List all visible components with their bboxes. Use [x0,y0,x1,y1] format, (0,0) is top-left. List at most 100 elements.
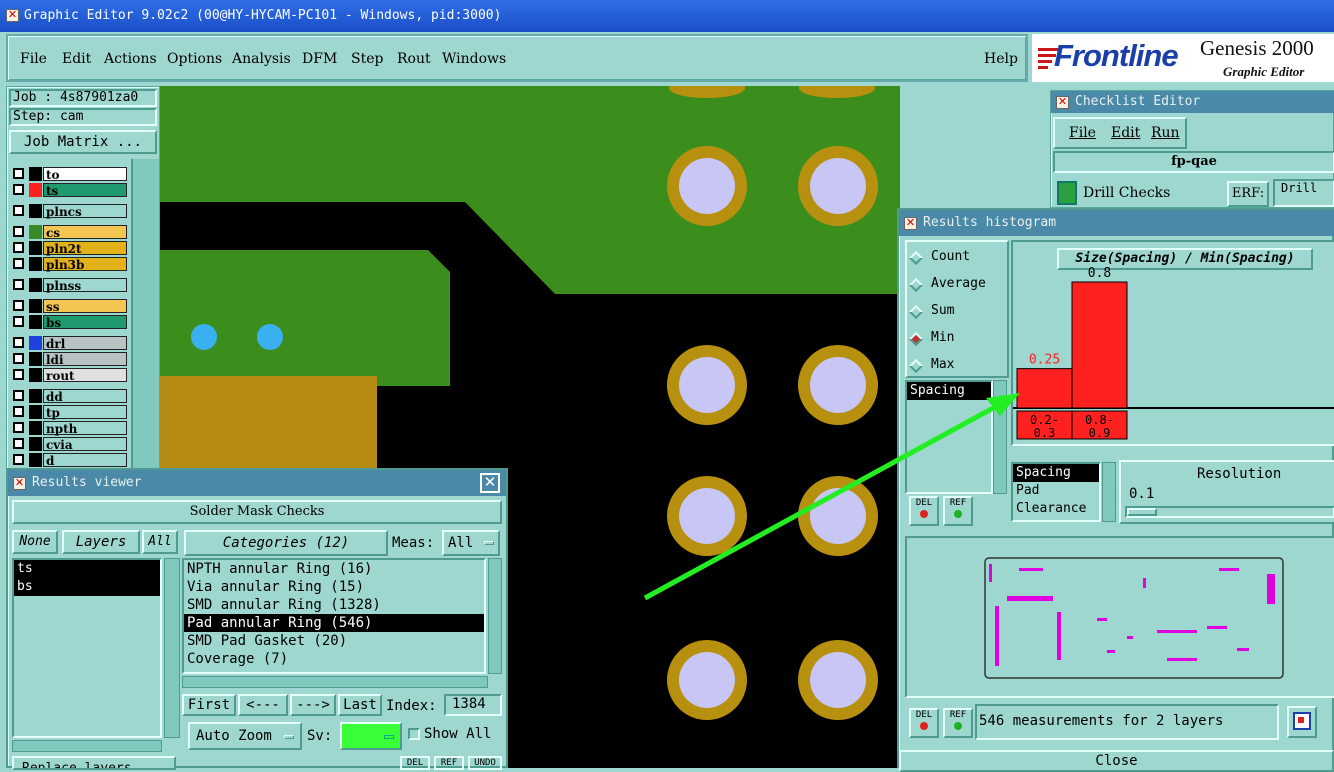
measure-type-item[interactable]: Spacing [1013,464,1099,482]
sv-color-dropdown[interactable] [340,722,402,750]
layer-scrollbar[interactable] [131,159,159,469]
histogram-measure-list[interactable]: Spacing [905,380,993,494]
layer-checkbox[interactable] [13,422,24,433]
histogram-ref-button[interactable]: REF [943,496,973,526]
menu-analysis[interactable]: Analysis [232,51,291,67]
close-button[interactable]: Close [899,750,1334,772]
layer-checkbox[interactable] [13,390,24,401]
checklist-menu-edit[interactable]: Edit [1111,125,1140,141]
mode-radio-min[interactable]: Min [908,329,1019,349]
layer-name[interactable]: pln3b [43,257,127,272]
category-item[interactable]: Pad annular Ring (546) [184,614,484,632]
preview-del-button[interactable]: DEL [909,708,939,738]
layer-name[interactable]: ldi [43,352,127,367]
layer-checkbox[interactable] [13,226,24,237]
menu-edit[interactable]: Edit [62,51,91,67]
menu-actions[interactable]: Actions [104,51,157,67]
show-all-checkbox[interactable] [408,728,420,740]
category-item[interactable]: SMD Pad Gasket (20) [184,632,484,650]
mode-radio-max[interactable]: Max [908,356,1019,376]
window-menu-icon[interactable]: ✕ [6,9,19,22]
layer-name[interactable]: dd [43,389,127,404]
layers-none-button[interactable]: None [12,530,58,554]
mode-radio-average[interactable]: Average [908,275,1019,295]
categories-hscrollbar[interactable] [182,676,488,688]
layer-checkbox[interactable] [13,279,24,290]
auto-zoom-dropdown[interactable]: Auto Zoom [188,722,302,750]
last-button[interactable]: Last [338,694,382,716]
measure-type-item[interactable]: Clearance [1013,500,1099,518]
window-icon[interactable]: ✕ [13,477,26,490]
menu-dfm[interactable]: DFM [302,51,337,67]
next-button[interactable]: ---> [290,694,336,716]
measure-type-list[interactable]: Spacing Pad Clearance [1011,462,1101,522]
layers-all-button[interactable]: All [142,530,178,554]
layer-checkbox[interactable] [13,168,24,179]
layer-checkbox[interactable] [13,300,24,311]
mode-radio-sum[interactable]: Sum [908,302,1019,322]
menu-rout[interactable]: Rout [397,51,431,67]
category-item[interactable]: NPTH annular Ring (16) [184,560,484,578]
layer-name[interactable]: drl [43,336,127,351]
layer-name[interactable]: cs [43,225,127,240]
meas-dropdown[interactable]: All [442,530,500,556]
layer-name[interactable]: npth [43,421,127,436]
layer-list-item[interactable]: ts [14,560,160,578]
categories-list[interactable]: NPTH annular Ring (16) Via annular Ring (… [182,558,486,674]
histogram-del-button[interactable]: DEL [909,496,939,526]
layer-checkbox[interactable] [13,406,24,417]
close-icon[interactable]: ✕ [1056,96,1069,109]
layer-name[interactable]: pln2t [43,241,127,256]
menu-help[interactable]: Help [984,51,1018,67]
layer-name[interactable]: bs [43,315,127,330]
layer-name[interactable]: ts [43,183,127,198]
categories-header[interactable]: Categories (12) [184,530,388,556]
categories-scrollbar[interactable] [488,558,502,674]
slider-handle[interactable] [1127,508,1157,516]
layer-checkbox[interactable] [13,353,24,364]
close-icon[interactable]: ✕ [480,473,500,493]
mode-radio-count[interactable]: Count [908,248,1019,268]
resolution-slider[interactable] [1125,506,1334,518]
layers-scrollbar[interactable] [164,558,180,738]
layer-name[interactable]: rout [43,368,127,383]
layer-checkbox[interactable] [13,184,24,195]
checklist-menu-file[interactable]: File [1069,125,1096,141]
category-item[interactable]: SMD annular Ring (1328) [184,596,484,614]
board-preview[interactable] [905,536,1334,698]
layer-checkbox[interactable] [13,454,24,465]
layers-header[interactable]: Layers [62,530,140,554]
window-icon[interactable]: ✕ [904,217,917,230]
layer-name[interactable]: plnss [43,278,127,293]
prev-button[interactable]: <--- [238,694,288,716]
menu-file[interactable]: File [20,51,47,67]
preview-ref-button[interactable]: REF [943,708,973,738]
layer-checkbox[interactable] [13,316,24,327]
layer-name[interactable]: to [43,167,127,182]
category-item[interactable]: Coverage (7) [184,650,484,668]
erf-value[interactable]: Drill [1273,179,1334,207]
check-status-icon[interactable] [1057,181,1077,205]
measure-type-scrollbar[interactable] [1102,462,1116,522]
layer-name[interactable]: ss [43,299,127,314]
checklist-menu-run[interactable]: Run [1151,125,1180,141]
checklist-row-label[interactable]: Drill Checks [1083,185,1170,201]
job-matrix-button[interactable]: Job Matrix ... [9,130,157,154]
measure-selected[interactable]: Spacing [907,382,991,400]
layers-hscrollbar[interactable] [12,740,162,752]
layer-name[interactable]: plncs [43,204,127,219]
layer-checkbox[interactable] [13,337,24,348]
layer-checkbox[interactable] [13,242,24,253]
index-input[interactable]: 1384 [444,694,502,716]
layer-name[interactable]: d [43,453,127,468]
first-button[interactable]: First [182,694,236,716]
measure-list-scrollbar[interactable] [993,380,1007,494]
zoom-fit-button[interactable] [1287,706,1317,738]
measure-type-item[interactable]: Pad [1013,482,1099,500]
layer-checkbox[interactable] [13,369,24,380]
layer-checkbox[interactable] [13,205,24,216]
menu-options[interactable]: Options [167,51,222,67]
layer-name[interactable]: cvia [43,437,127,452]
layer-list-item[interactable]: bs [14,578,160,596]
layer-checkbox[interactable] [13,258,24,269]
